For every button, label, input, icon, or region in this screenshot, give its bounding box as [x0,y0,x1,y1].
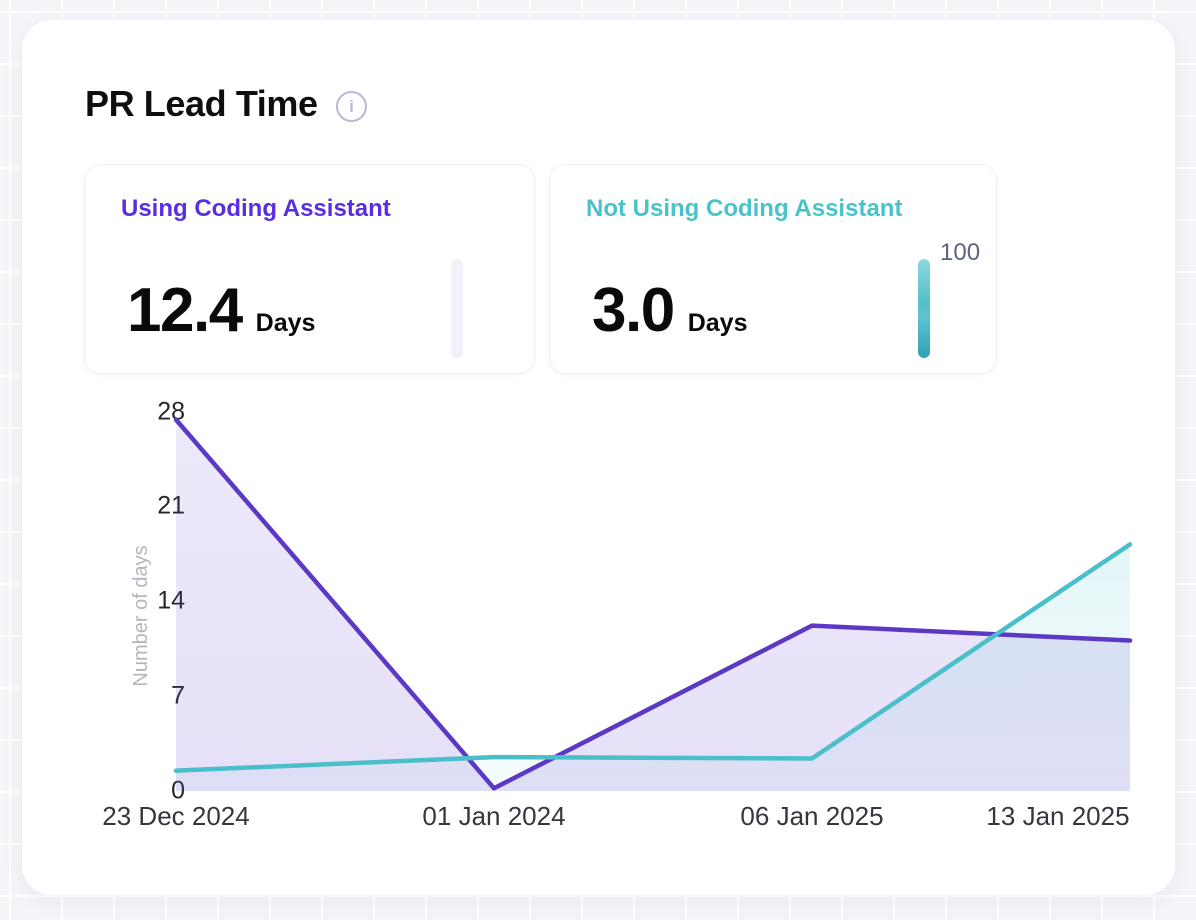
chart-canvas[interactable] [0,0,1196,920]
page-background: PR Lead Time i Using Coding Assistant 12… [0,0,1196,920]
